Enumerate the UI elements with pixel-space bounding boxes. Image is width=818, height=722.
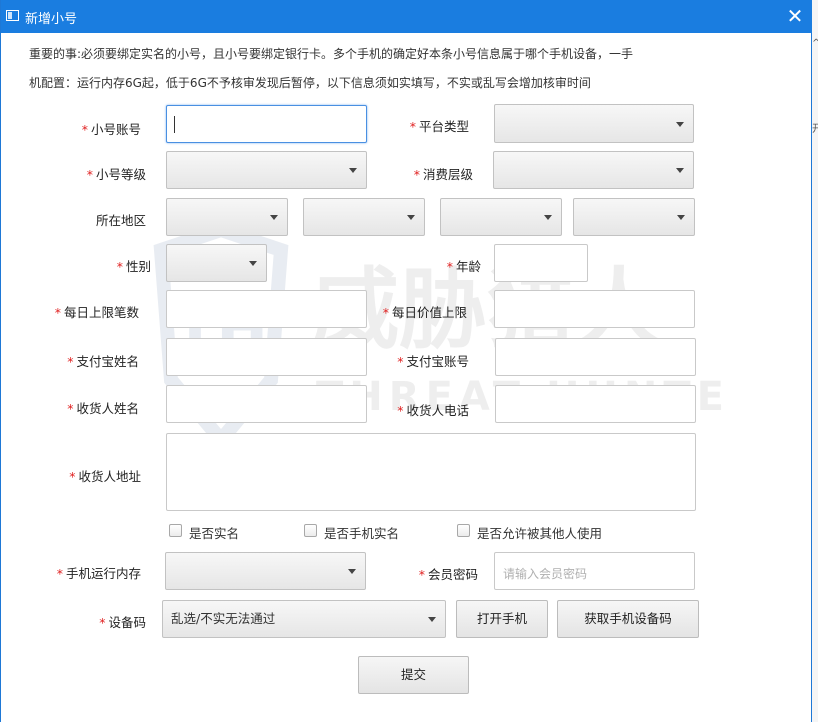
notice-line-2: 机配置：运行内存6G起，低于6G不予核审发现后暂停，以下信息须如实填写，不实或乱… [29, 76, 591, 90]
notice-line-1: 重要的事:必须要绑定实名的小号，且小号要绑定银行卡。多个手机的确定好本条小号信息… [29, 47, 634, 61]
recipient-name-input[interactable] [166, 385, 367, 423]
consumption-label: * 消费层级 [413, 167, 473, 182]
allow-others-checkbox[interactable] [457, 524, 470, 537]
platform-select[interactable] [494, 104, 694, 143]
background-edge-text: 开 [812, 124, 818, 135]
close-icon[interactable]: ✕ [783, 4, 807, 28]
consumption-select[interactable] [493, 151, 694, 189]
open-phone-button[interactable]: 打开手机 [456, 600, 548, 638]
daily-value-input[interactable] [494, 290, 695, 328]
member-password-placeholder: 请输入会员密码 [503, 567, 588, 581]
alipay-account-input[interactable] [495, 338, 696, 376]
age-input[interactable] [494, 244, 588, 282]
recipient-phone-label: * 收货人电话 [397, 403, 469, 418]
region-label: 所在地区 [95, 213, 146, 228]
member-password-label: * 会员密码 [418, 567, 478, 582]
alipay-name-input[interactable] [166, 338, 367, 376]
recipient-address-textarea[interactable] [166, 433, 696, 511]
memory-select[interactable] [165, 552, 366, 590]
account-input[interactable] [166, 105, 367, 143]
age-label: * 年龄 [446, 259, 481, 274]
recipient-address-label: * 收货人地址 [69, 469, 141, 484]
daily-count-input[interactable] [166, 290, 367, 328]
region-city-select[interactable] [303, 198, 425, 236]
daily-value-label: * 每日价值上限 [382, 305, 467, 320]
get-device-code-button[interactable]: 获取手机设备码 [557, 600, 699, 638]
platform-label: * 平台类型 [409, 119, 469, 134]
recipient-name-label: * 收货人姓名 [67, 401, 139, 416]
level-select[interactable] [166, 151, 367, 189]
app-icon [6, 10, 19, 21]
memory-label: * 手机运行内存 [56, 566, 141, 581]
device-code-label: * 设备码 [99, 615, 146, 630]
level-label: * 小号等级 [86, 167, 146, 182]
alipay-name-label: * 支付宝姓名 [67, 354, 139, 369]
background-edge-glyph: ^ [812, 38, 818, 49]
background-window-edge [812, 0, 818, 722]
title-bar: 新增小号 ✕ [1, 0, 813, 33]
region-province-select[interactable] [166, 198, 288, 236]
alipay-account-label: * 支付宝账号 [397, 354, 469, 369]
region-district-select[interactable] [440, 198, 562, 236]
phone-realname-checkbox-label: 是否手机实名 [324, 526, 400, 541]
daily-count-label: * 每日上限笔数 [54, 305, 139, 320]
account-label: * 小号账号 [81, 122, 141, 137]
phone-realname-checkbox[interactable] [304, 524, 317, 537]
member-password-input[interactable]: 请输入会员密码 [494, 552, 695, 590]
device-code-select[interactable]: 乱选/不实无法通过 [162, 600, 446, 638]
gender-label: * 性别 [116, 259, 151, 274]
realname-checkbox-label: 是否实名 [189, 526, 240, 541]
window-title: 新增小号 [25, 12, 78, 27]
device-code-value: 乱选/不实无法通过 [171, 611, 276, 626]
gender-select[interactable] [166, 244, 267, 282]
dialog-window: 新增小号 ✕ TH 威胁猎人 THREAT HUNTER 重要的事:必须要绑定实… [0, 0, 813, 722]
allow-others-checkbox-label: 是否允许被其他人使用 [477, 526, 603, 541]
realname-checkbox[interactable] [169, 524, 182, 537]
recipient-phone-input[interactable] [495, 385, 696, 423]
region-street-select[interactable] [573, 198, 695, 236]
submit-button[interactable]: 提交 [358, 656, 469, 694]
